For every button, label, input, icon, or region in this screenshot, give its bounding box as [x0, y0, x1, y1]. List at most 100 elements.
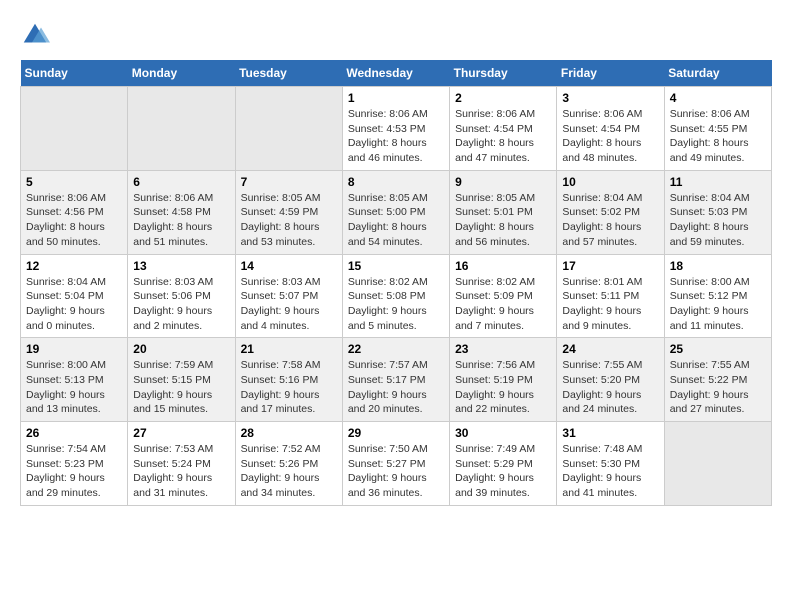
- day-info: Sunrise: 8:04 AM Sunset: 5:04 PM Dayligh…: [26, 275, 122, 334]
- page-header: [20, 20, 772, 50]
- logo-icon: [20, 20, 50, 50]
- weekday-header: Wednesday: [342, 60, 449, 87]
- calendar-cell: 25 Sunrise: 7:55 AM Sunset: 5:22 PM Dayli…: [664, 338, 771, 422]
- day-info: Sunrise: 8:06 AM Sunset: 4:56 PM Dayligh…: [26, 191, 122, 250]
- day-number: 2: [455, 91, 551, 105]
- calendar-table: SundayMondayTuesdayWednesdayThursdayFrid…: [20, 60, 772, 506]
- calendar-cell: 21 Sunrise: 7:58 AM Sunset: 5:16 PM Dayli…: [235, 338, 342, 422]
- calendar-cell: 27 Sunrise: 7:53 AM Sunset: 5:24 PM Dayli…: [128, 422, 235, 506]
- day-info: Sunrise: 7:58 AM Sunset: 5:16 PM Dayligh…: [241, 358, 337, 417]
- calendar-cell: 5 Sunrise: 8:06 AM Sunset: 4:56 PM Daylig…: [21, 170, 128, 254]
- day-number: 18: [670, 259, 766, 273]
- day-number: 5: [26, 175, 122, 189]
- calendar-cell: [128, 87, 235, 171]
- day-number: 29: [348, 426, 444, 440]
- calendar-cell: 8 Sunrise: 8:05 AM Sunset: 5:00 PM Daylig…: [342, 170, 449, 254]
- day-info: Sunrise: 7:48 AM Sunset: 5:30 PM Dayligh…: [562, 442, 658, 501]
- day-number: 11: [670, 175, 766, 189]
- calendar-cell: 17 Sunrise: 8:01 AM Sunset: 5:11 PM Dayli…: [557, 254, 664, 338]
- day-number: 23: [455, 342, 551, 356]
- calendar-cell: 15 Sunrise: 8:02 AM Sunset: 5:08 PM Dayli…: [342, 254, 449, 338]
- day-number: 26: [26, 426, 122, 440]
- calendar-cell: 2Sunrise: 8:06 AM Sunset: 4:54 PM Daylig…: [450, 87, 557, 171]
- calendar-week-row: 1Sunrise: 8:06 AM Sunset: 4:53 PM Daylig…: [21, 87, 772, 171]
- calendar-cell: 30Sunrise: 7:49 AM Sunset: 5:29 PM Dayli…: [450, 422, 557, 506]
- day-info: Sunrise: 7:53 AM Sunset: 5:24 PM Dayligh…: [133, 442, 229, 501]
- day-info: Sunrise: 7:52 AM Sunset: 5:26 PM Dayligh…: [241, 442, 337, 501]
- calendar-week-row: 19 Sunrise: 8:00 AM Sunset: 5:13 PM Dayli…: [21, 338, 772, 422]
- day-info: Sunrise: 7:55 AM Sunset: 5:20 PM Dayligh…: [562, 358, 658, 417]
- calendar-cell: 20 Sunrise: 7:59 AM Sunset: 5:15 PM Dayli…: [128, 338, 235, 422]
- day-number: 17: [562, 259, 658, 273]
- day-info: Sunrise: 8:06 AM Sunset: 4:58 PM Dayligh…: [133, 191, 229, 250]
- day-number: 21: [241, 342, 337, 356]
- calendar-cell: 29 Sunrise: 7:50 AM Sunset: 5:27 PM Dayli…: [342, 422, 449, 506]
- day-info: Sunrise: 8:05 AM Sunset: 5:01 PM Dayligh…: [455, 191, 551, 250]
- weekday-header: Tuesday: [235, 60, 342, 87]
- weekday-header: Saturday: [664, 60, 771, 87]
- calendar-cell: 3 Sunrise: 8:06 AM Sunset: 4:54 PM Daylig…: [557, 87, 664, 171]
- day-number: 6: [133, 175, 229, 189]
- day-number: 7: [241, 175, 337, 189]
- day-info: Sunrise: 7:54 AM Sunset: 5:23 PM Dayligh…: [26, 442, 122, 501]
- calendar-cell: [235, 87, 342, 171]
- day-number: 16: [455, 259, 551, 273]
- calendar-cell: 23 Sunrise: 7:56 AM Sunset: 5:19 PM Dayli…: [450, 338, 557, 422]
- calendar-week-row: 5 Sunrise: 8:06 AM Sunset: 4:56 PM Daylig…: [21, 170, 772, 254]
- day-info: Sunrise: 8:00 AM Sunset: 5:13 PM Dayligh…: [26, 358, 122, 417]
- calendar-cell: 24Sunrise: 7:55 AM Sunset: 5:20 PM Dayli…: [557, 338, 664, 422]
- calendar-cell: 16 Sunrise: 8:02 AM Sunset: 5:09 PM Dayli…: [450, 254, 557, 338]
- calendar-cell: 12 Sunrise: 8:04 AM Sunset: 5:04 PM Dayli…: [21, 254, 128, 338]
- calendar-week-row: 26 Sunrise: 7:54 AM Sunset: 5:23 PM Dayli…: [21, 422, 772, 506]
- calendar-cell: 1Sunrise: 8:06 AM Sunset: 4:53 PM Daylig…: [342, 87, 449, 171]
- day-number: 8: [348, 175, 444, 189]
- calendar-cell: 18 Sunrise: 8:00 AM Sunset: 5:12 PM Dayli…: [664, 254, 771, 338]
- calendar-cell: 19 Sunrise: 8:00 AM Sunset: 5:13 PM Dayli…: [21, 338, 128, 422]
- calendar-cell: 22 Sunrise: 7:57 AM Sunset: 5:17 PM Dayli…: [342, 338, 449, 422]
- day-info: Sunrise: 8:05 AM Sunset: 5:00 PM Dayligh…: [348, 191, 444, 250]
- day-number: 3: [562, 91, 658, 105]
- calendar-cell: 31 Sunrise: 7:48 AM Sunset: 5:30 PM Dayli…: [557, 422, 664, 506]
- day-info: Sunrise: 8:03 AM Sunset: 5:07 PM Dayligh…: [241, 275, 337, 334]
- logo: [20, 20, 54, 50]
- day-info: Sunrise: 8:04 AM Sunset: 5:02 PM Dayligh…: [562, 191, 658, 250]
- day-info: Sunrise: 7:55 AM Sunset: 5:22 PM Dayligh…: [670, 358, 766, 417]
- calendar-week-row: 12 Sunrise: 8:04 AM Sunset: 5:04 PM Dayli…: [21, 254, 772, 338]
- calendar-cell: 13Sunrise: 8:03 AM Sunset: 5:06 PM Dayli…: [128, 254, 235, 338]
- day-info: Sunrise: 7:57 AM Sunset: 5:17 PM Dayligh…: [348, 358, 444, 417]
- calendar-cell: 10Sunrise: 8:04 AM Sunset: 5:02 PM Dayli…: [557, 170, 664, 254]
- day-info: Sunrise: 7:59 AM Sunset: 5:15 PM Dayligh…: [133, 358, 229, 417]
- day-number: 9: [455, 175, 551, 189]
- day-info: Sunrise: 8:02 AM Sunset: 5:08 PM Dayligh…: [348, 275, 444, 334]
- calendar-cell: 7Sunrise: 8:05 AM Sunset: 4:59 PM Daylig…: [235, 170, 342, 254]
- weekday-header: Monday: [128, 60, 235, 87]
- day-number: 28: [241, 426, 337, 440]
- calendar-cell: 11Sunrise: 8:04 AM Sunset: 5:03 PM Dayli…: [664, 170, 771, 254]
- day-info: Sunrise: 8:03 AM Sunset: 5:06 PM Dayligh…: [133, 275, 229, 334]
- day-number: 12: [26, 259, 122, 273]
- day-number: 4: [670, 91, 766, 105]
- day-info: Sunrise: 8:06 AM Sunset: 4:54 PM Dayligh…: [562, 107, 658, 166]
- day-info: Sunrise: 8:00 AM Sunset: 5:12 PM Dayligh…: [670, 275, 766, 334]
- calendar-cell: [664, 422, 771, 506]
- day-info: Sunrise: 8:06 AM Sunset: 4:55 PM Dayligh…: [670, 107, 766, 166]
- day-number: 25: [670, 342, 766, 356]
- weekday-header-row: SundayMondayTuesdayWednesdayThursdayFrid…: [21, 60, 772, 87]
- day-number: 31: [562, 426, 658, 440]
- calendar-cell: 9 Sunrise: 8:05 AM Sunset: 5:01 PM Daylig…: [450, 170, 557, 254]
- day-number: 14: [241, 259, 337, 273]
- day-info: Sunrise: 8:01 AM Sunset: 5:11 PM Dayligh…: [562, 275, 658, 334]
- calendar-cell: 28 Sunrise: 7:52 AM Sunset: 5:26 PM Dayli…: [235, 422, 342, 506]
- weekday-header: Sunday: [21, 60, 128, 87]
- calendar-cell: 26 Sunrise: 7:54 AM Sunset: 5:23 PM Dayli…: [21, 422, 128, 506]
- day-number: 19: [26, 342, 122, 356]
- day-number: 22: [348, 342, 444, 356]
- day-number: 15: [348, 259, 444, 273]
- day-number: 30: [455, 426, 551, 440]
- day-number: 20: [133, 342, 229, 356]
- day-info: Sunrise: 8:02 AM Sunset: 5:09 PM Dayligh…: [455, 275, 551, 334]
- weekday-header: Friday: [557, 60, 664, 87]
- day-info: Sunrise: 7:50 AM Sunset: 5:27 PM Dayligh…: [348, 442, 444, 501]
- day-info: Sunrise: 7:56 AM Sunset: 5:19 PM Dayligh…: [455, 358, 551, 417]
- day-number: 27: [133, 426, 229, 440]
